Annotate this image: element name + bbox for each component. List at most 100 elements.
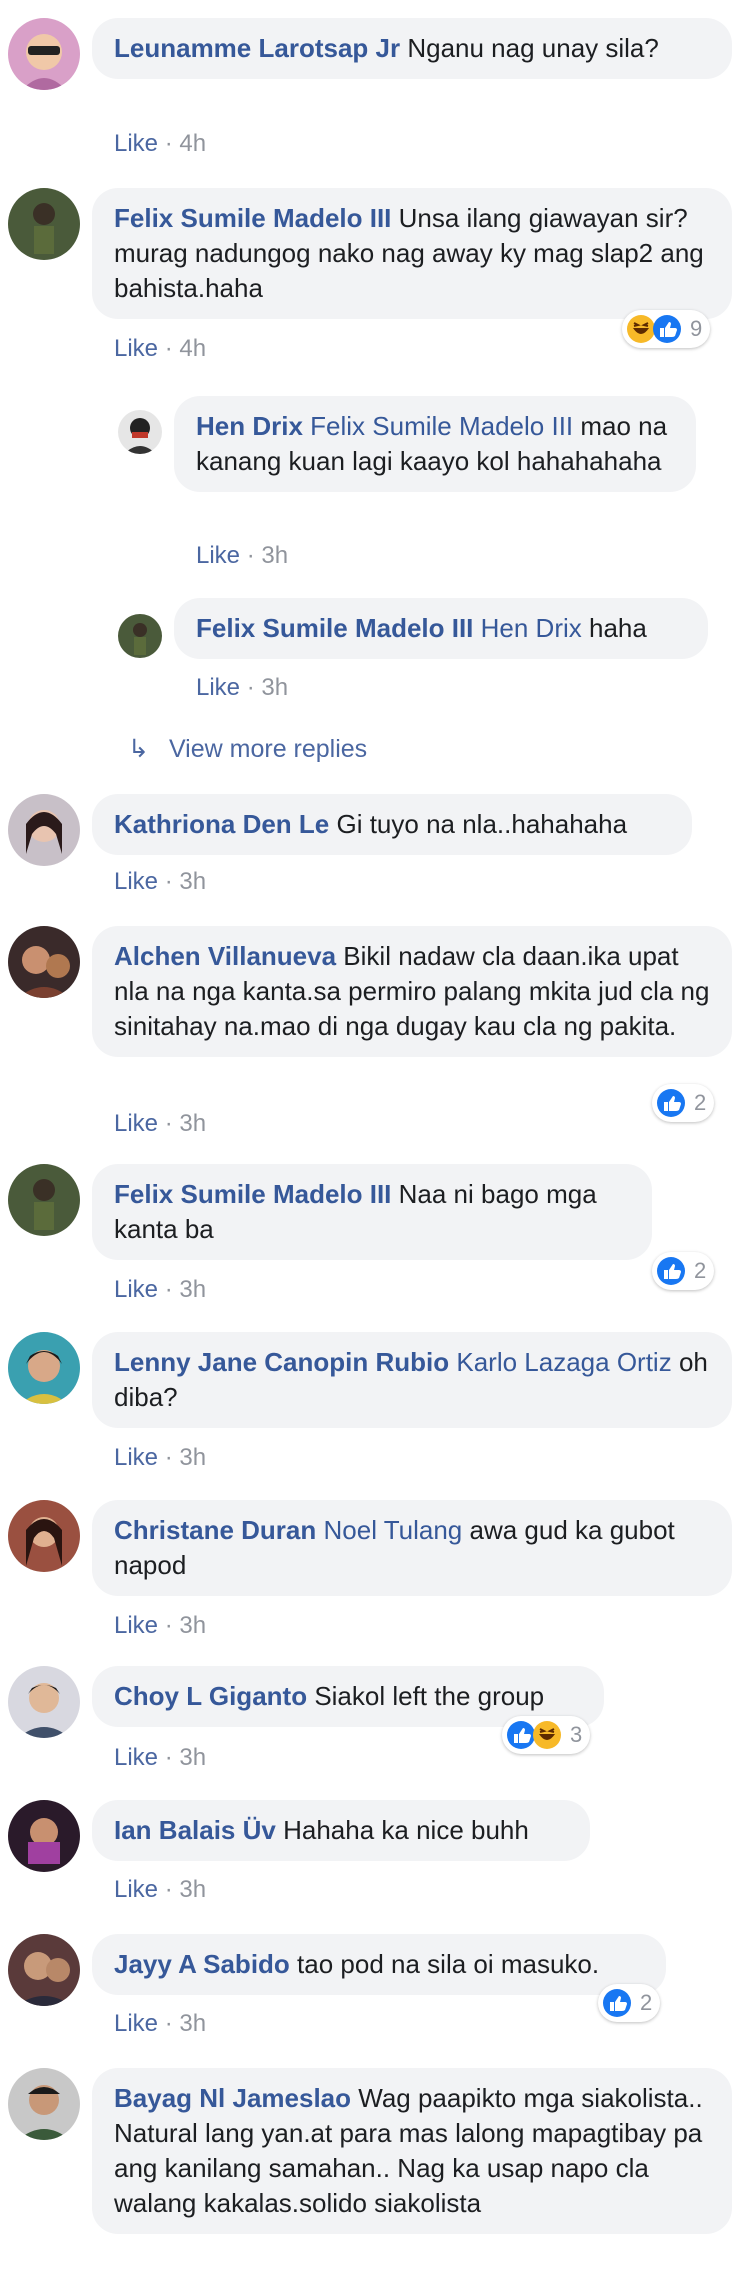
separator: · [164, 1876, 173, 1903]
comment-meta: Like · 3h [114, 1876, 206, 1904]
timestamp[interactable]: 3h [179, 1444, 206, 1471]
avatar[interactable] [118, 410, 162, 454]
reply-meta: Like · 3h [196, 542, 288, 570]
avatar[interactable] [8, 794, 80, 866]
author-link[interactable]: Hen Drix [196, 411, 303, 441]
mention-link[interactable]: Hen Drix [481, 613, 582, 643]
author-link[interactable]: Felix Sumile Madelo III [114, 1179, 391, 1209]
author-link[interactable]: Lenny Jane Canopin Rubio [114, 1347, 449, 1377]
comment-text: Siakol left the group [314, 1681, 545, 1711]
like-button[interactable]: Like [114, 335, 158, 362]
author-link[interactable]: Choy L Giganto [114, 1681, 307, 1711]
reaction-summary[interactable]: 3 [502, 1716, 591, 1754]
timestamp[interactable]: 3h [179, 868, 206, 895]
avatar[interactable] [8, 1500, 80, 1572]
separator: · [164, 2010, 173, 2037]
reaction-summary[interactable]: 9 [622, 310, 711, 348]
comment-meta: Like · 3h [114, 1744, 206, 1772]
comment-text: Gi tuyo na nla..hahahaha [336, 809, 628, 839]
reaction-count: 2 [694, 1258, 707, 1283]
comment-meta: Like · 3h [114, 1612, 206, 1640]
timestamp[interactable]: 4h [179, 130, 206, 157]
timestamp[interactable]: 3h [179, 2010, 206, 2037]
like-button[interactable]: Like [114, 1276, 158, 1303]
reaction-count: 2 [694, 1090, 707, 1115]
reaction-summary[interactable]: 2 [598, 1984, 661, 2022]
separator: · [164, 335, 173, 362]
avatar[interactable] [8, 1934, 80, 2006]
timestamp[interactable]: 3h [261, 542, 288, 569]
comment-meta: Like · 4h [114, 130, 206, 158]
reaction-count: 9 [690, 316, 703, 341]
like-button[interactable]: Like [114, 1744, 158, 1771]
author-link[interactable]: Christane Duran [114, 1515, 316, 1545]
author-link[interactable]: Felix Sumile Madelo III [196, 613, 473, 643]
comment-bubble: Bayag Nl Jameslao Wag paapikto mga siako… [92, 2068, 732, 2234]
like-icon [602, 1988, 632, 2018]
avatar[interactable] [8, 1332, 80, 1404]
comment-text: Hahaha ka nice buhh [283, 1815, 529, 1845]
like-button[interactable]: Like [196, 674, 240, 701]
separator: · [246, 674, 255, 701]
comment-bubble: Ian Balais Üv Hahaha ka nice buhh [92, 1800, 590, 1861]
like-button[interactable]: Like [114, 2010, 158, 2037]
avatar[interactable] [8, 188, 80, 260]
like-button[interactable]: Like [114, 1444, 158, 1471]
comment-meta: Like · 3h [114, 868, 206, 896]
comment-bubble: Alchen Villanueva Bikil nadaw cla daan.i… [92, 926, 732, 1057]
timestamp[interactable]: 4h [179, 335, 206, 362]
timestamp[interactable]: 3h [179, 1876, 206, 1903]
avatar[interactable] [8, 1164, 80, 1236]
like-button[interactable]: Like [114, 1876, 158, 1903]
comment-bubble: Felix Sumile Madelo III Unsa ilang giawa… [92, 188, 732, 319]
comment-meta: Like · 3h [114, 1444, 206, 1472]
author-link[interactable]: Leunamme Larotsap Jr [114, 33, 400, 63]
avatar[interactable] [8, 18, 80, 90]
author-link[interactable]: Kathriona Den Le [114, 809, 329, 839]
comment-bubble: Kathriona Den Le Gi tuyo na nla..hahahah… [92, 794, 692, 855]
reaction-summary[interactable]: 2 [652, 1084, 715, 1122]
reaction-count: 3 [570, 1722, 583, 1747]
timestamp[interactable]: 3h [179, 1110, 206, 1137]
timestamp[interactable]: 3h [261, 674, 288, 701]
author-link[interactable]: Alchen Villanueva [114, 941, 336, 971]
separator: · [164, 1444, 173, 1471]
comment-bubble: Leunamme Larotsap Jr Nganu nag unay sila… [92, 18, 732, 79]
avatar[interactable] [8, 926, 80, 998]
reaction-summary[interactable]: 2 [652, 1252, 715, 1290]
reply-text: haha [589, 613, 647, 643]
reply-bubble: Felix Sumile Madelo III Hen Drix haha [174, 598, 708, 659]
comment-meta: Like · 3h [114, 2010, 206, 2038]
separator: · [164, 1744, 173, 1771]
avatar[interactable] [118, 614, 162, 658]
mention-link[interactable]: Karlo Lazaga Ortiz [456, 1347, 671, 1377]
like-button[interactable]: Like [114, 130, 158, 157]
mention-link[interactable]: Felix Sumile Madelo III [310, 411, 573, 441]
comment-meta: Like · 3h [114, 1276, 206, 1304]
avatar[interactable] [8, 1800, 80, 1872]
reply-meta: Like · 3h [196, 674, 288, 702]
mention-link[interactable]: Noel Tulang [324, 1515, 463, 1545]
like-button[interactable]: Like [196, 542, 240, 569]
like-button[interactable]: Like [114, 868, 158, 895]
separator: · [164, 130, 173, 157]
author-link[interactable]: Felix Sumile Madelo III [114, 203, 391, 233]
timestamp[interactable]: 3h [179, 1612, 206, 1639]
timestamp[interactable]: 3h [179, 1744, 206, 1771]
avatar[interactable] [8, 1666, 80, 1738]
like-icon [656, 1088, 686, 1118]
comment-text: Nganu nag unay sila? [407, 33, 659, 63]
author-link[interactable]: Ian Balais Üv [114, 1815, 276, 1845]
author-link[interactable]: Jayy A Sabido [114, 1949, 290, 1979]
comment-bubble: Felix Sumile Madelo III Naa ni bago mga … [92, 1164, 652, 1260]
view-more-label: View more replies [168, 735, 368, 763]
like-button[interactable]: Like [114, 1612, 158, 1639]
like-button[interactable]: Like [114, 1110, 158, 1137]
author-link[interactable]: Bayag Nl Jameslao [114, 2083, 351, 2113]
view-more-replies-link[interactable]: ↳ View more replies [128, 734, 367, 764]
separator: · [164, 1110, 173, 1137]
avatar[interactable] [8, 2068, 80, 2140]
like-icon [656, 1256, 686, 1286]
timestamp[interactable]: 3h [179, 1276, 206, 1303]
comment-text: tao pod na sila oi masuko. [297, 1949, 600, 1979]
